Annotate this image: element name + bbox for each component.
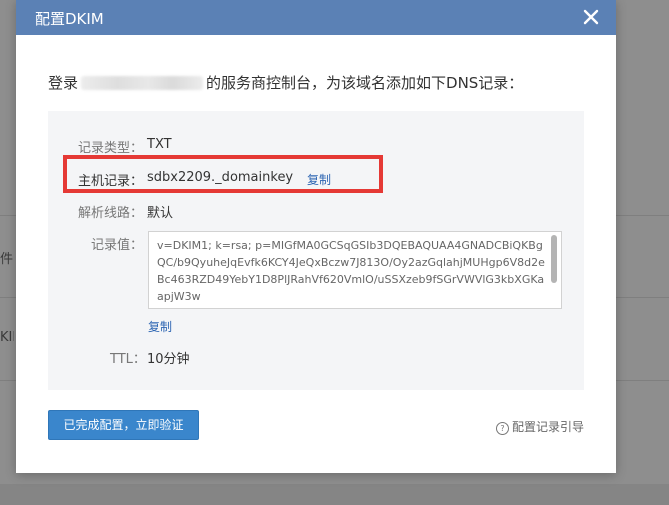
background-fragment: KIM [0, 330, 14, 345]
instruction-suffix: 的服务商控制台，为该域名添加如下DNS记录： [206, 74, 524, 92]
copy-host-record-link[interactable]: 复制 [307, 171, 331, 188]
record-type-label: 记录类型： [78, 141, 144, 156]
textarea-scrollbar[interactable] [551, 235, 557, 283]
route-label: 解析线路： [78, 206, 144, 221]
host-record-value: sdbx2209._domainkey [147, 170, 294, 185]
close-button[interactable] [580, 6, 602, 28]
record-value-label: 记录值： [91, 238, 144, 253]
record-value-textarea[interactable]: v=DKIM1; k=rsa; p=MIGfMA0GCSqGSIb3DQEBAQ… [148, 231, 562, 309]
route-value: 默认 [147, 206, 174, 221]
verify-now-button[interactable]: 已完成配置，立即验证 [48, 410, 199, 440]
dialog-title: 配置DKIM [35, 10, 104, 28]
close-icon [583, 9, 599, 25]
instruction-prefix: 登录 [48, 74, 79, 92]
background-fragment: 件 [0, 252, 14, 267]
background-footer [0, 484, 669, 505]
record-guide-link[interactable]: ? 配置记录引导 [495, 418, 584, 435]
dkim-config-dialog: 配置DKIM 登录 的服务商控制台，为该域名添加如下DNS记录： 记录类型： TX… [16, 0, 616, 473]
redacted-domain [81, 76, 204, 90]
instruction-text: 登录 的服务商控制台，为该域名添加如下DNS记录： [48, 72, 523, 93]
ttl-label: TTL： [110, 352, 146, 367]
record-type-value: TXT [147, 137, 172, 152]
help-circle-icon: ? [495, 422, 509, 435]
ttl-value: 10分钟 [147, 352, 190, 367]
record-value-text: v=DKIM1; k=rsa; p=MIGfMA0GCSqGSIb3DQEBAQ… [157, 239, 545, 303]
host-record-label: 主机记录： [78, 174, 144, 189]
record-guide-label: 配置记录引导 [511, 420, 584, 434]
dialog-header: 配置DKIM [16, 0, 616, 35]
copy-record-value-link[interactable]: 复制 [148, 318, 172, 335]
